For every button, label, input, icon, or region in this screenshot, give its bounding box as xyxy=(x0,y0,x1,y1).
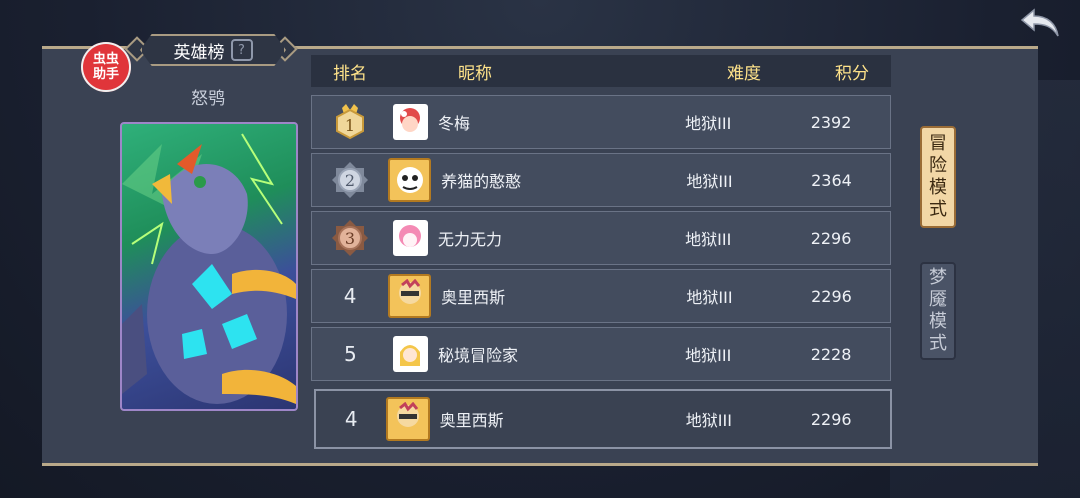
tab-adventure-mode[interactable]: 冒险模式 xyxy=(920,126,956,228)
leaderboard-title: 英雄榜 ? xyxy=(140,34,286,66)
silver-rank-medal-icon: 2 xyxy=(332,162,369,198)
rank-cell: 3 xyxy=(312,218,389,258)
question-icon[interactable]: ? xyxy=(230,39,253,61)
avatar[interactable] xyxy=(392,336,429,372)
score: 2228 xyxy=(810,344,852,364)
nickname: 奥里西斯 xyxy=(439,411,504,430)
bronze-rank-medal-icon: 3 xyxy=(332,220,369,256)
avatar[interactable] xyxy=(388,158,432,202)
difficulty: 地狱III xyxy=(685,230,732,249)
score: 2392 xyxy=(810,112,852,132)
rank-number: 4 xyxy=(343,284,357,308)
avatar[interactable] xyxy=(388,274,432,318)
owl-hero-illustration xyxy=(122,133,296,404)
player-avatar-icon xyxy=(398,279,421,304)
score: 2296 xyxy=(810,228,852,248)
rank-number: 4 xyxy=(344,407,358,431)
table-row[interactable]: 5 秘境冒险家 地狱III 2228 xyxy=(311,327,891,381)
my-rank-row[interactable]: 4 奥里西斯 地狱III 2296 xyxy=(314,389,892,449)
difficulty: 地狱III xyxy=(685,114,732,133)
player-avatar-icon xyxy=(397,402,420,427)
table-row[interactable]: 3 无力无力 地狱III 2296 xyxy=(311,211,891,265)
nickname: 无力无力 xyxy=(438,230,503,249)
difficulty: 地狱III xyxy=(685,411,732,430)
score: 2364 xyxy=(811,170,852,190)
avatar[interactable] xyxy=(386,397,430,441)
difficulty: 地狱III xyxy=(686,288,733,307)
rank-number: 5 xyxy=(343,342,357,366)
player-avatar-icon xyxy=(396,167,423,193)
player-avatar-icon xyxy=(399,225,422,247)
avatar[interactable] xyxy=(392,104,429,140)
player-avatar-icon xyxy=(400,108,421,132)
title-text: 英雄榜 xyxy=(173,42,225,63)
nickname: 冬梅 xyxy=(438,114,471,133)
avatar[interactable] xyxy=(392,220,429,256)
nickname: 奥里西斯 xyxy=(441,288,506,307)
score: 2296 xyxy=(811,286,852,306)
header-rank: 排名 xyxy=(333,63,367,84)
hero-name: 怒鸮 xyxy=(191,89,225,109)
score: 2296 xyxy=(810,409,852,429)
header-nickname: 昵称 xyxy=(458,63,492,84)
back-button[interactable] xyxy=(1018,6,1062,40)
rank-number: 3 xyxy=(345,229,355,248)
tab-label: 梦魇模式 xyxy=(929,267,947,354)
nickname: 秘境冒险家 xyxy=(438,346,519,365)
table-row[interactable]: 2 养猫的憨憨 地狱III 2364 xyxy=(311,153,891,207)
rank-cell: 2 xyxy=(312,160,388,200)
table-row[interactable]: 1 冬梅 地狱III 2392 xyxy=(311,95,891,149)
tab-nightmare-mode[interactable]: 梦魇模式 xyxy=(920,262,956,360)
header-score: 积分 xyxy=(835,63,869,84)
rank-number: 1 xyxy=(345,116,355,135)
rank-number: 2 xyxy=(345,171,355,190)
helper-badge-text: 虫虫 助手 xyxy=(92,52,119,82)
gold-rank-medal-icon: 1 xyxy=(336,104,365,140)
rank-cell: 1 xyxy=(312,102,389,142)
tab-label: 冒险模式 xyxy=(929,133,947,220)
table-row[interactable]: 4 奥里西斯 地狱III 2296 xyxy=(311,269,891,323)
hero-portrait[interactable] xyxy=(120,122,298,411)
header-difficulty: 难度 xyxy=(727,63,761,84)
table-header: 排名 昵称 难度 积分 xyxy=(311,55,891,87)
player-avatar-icon xyxy=(400,345,421,366)
difficulty: 地狱III xyxy=(685,346,732,365)
nickname: 养猫的憨憨 xyxy=(441,172,522,191)
difficulty: 地狱III xyxy=(686,172,733,191)
back-arrow-icon xyxy=(1020,8,1059,37)
